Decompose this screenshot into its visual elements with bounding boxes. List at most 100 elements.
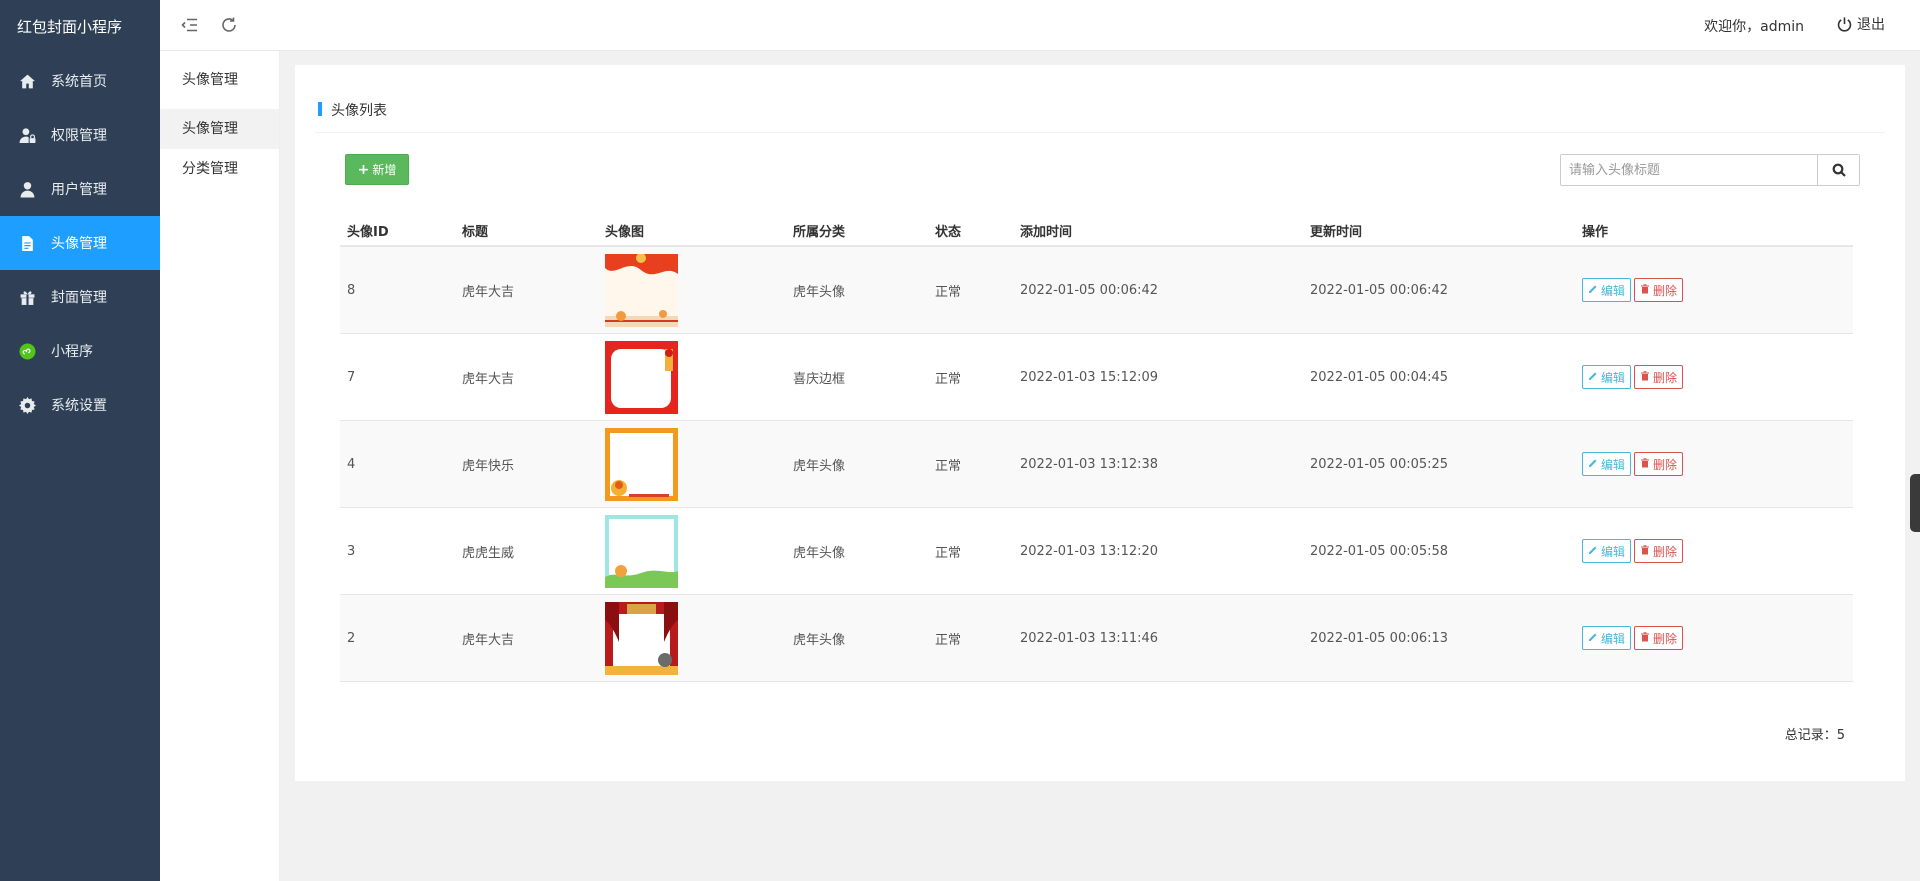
delete-label: 删除 (1653, 370, 1678, 385)
sidebar-item-label: 系统设置 (51, 398, 107, 414)
logout-button[interactable]: 退出 (1836, 14, 1885, 34)
edit-button[interactable]: 编辑 (1582, 278, 1632, 302)
sidebar-item-home[interactable]: 系统首页 (0, 54, 160, 108)
edit-button[interactable]: 编辑 (1582, 626, 1632, 650)
column-header-actions: 操作 (1582, 224, 1609, 240)
trash-icon (1640, 370, 1653, 384)
card-title: 头像列表 (331, 103, 387, 119)
cell-image (598, 601, 786, 675)
submenu-item-category-manage[interactable]: 分类管理 (160, 149, 279, 189)
user-lock-icon (17, 125, 37, 145)
refresh-icon[interactable] (218, 14, 240, 36)
sidebar-item-permissions[interactable]: 权限管理 (0, 108, 160, 162)
cell-title: 虎年大吉 (462, 371, 515, 387)
delete-button[interactable]: 删除 (1634, 365, 1684, 389)
cell-added-time: 2022-01-03 13:12:20 (1020, 543, 1159, 559)
power-icon (1837, 16, 1852, 32)
table-row: 7 虎年大吉 喜庆边框 正常 2022-01-03 15:12:09 2022-01-05… (340, 334, 1853, 421)
avatar-thumbnail[interactable] (605, 253, 678, 327)
cell-image (598, 253, 786, 327)
edit-label: 编辑 (1601, 370, 1626, 385)
cell-added-time: 2022-01-03 13:11:46 (1020, 630, 1159, 646)
logout-label: 退出 (1857, 17, 1885, 33)
column-header-status: 状态 (935, 224, 962, 240)
pencil-icon (1588, 370, 1601, 384)
welcome-text: 欢迎你，admin (1704, 19, 1804, 35)
plus-icon: + (357, 161, 370, 178)
avatar-thumbnail[interactable] (605, 427, 678, 501)
cell-id: 4 (347, 456, 356, 472)
cell-status: 正常 (935, 545, 962, 561)
table-header: 头像ID 标题 头像图 所属分类 状态 添加时间 更新时间 操作 (340, 215, 1853, 247)
app-title: 红包封面小程序 (17, 18, 123, 36)
sidebar-item-mini-program[interactable]: 小程序 (0, 324, 160, 378)
delete-button[interactable]: 删除 (1634, 452, 1684, 476)
cell-status: 正常 (935, 632, 962, 648)
cell-title: 虎虎生威 (462, 545, 515, 561)
cell-actions: 编辑 删除 (1575, 539, 1853, 563)
top-header: 欢迎你，admin 退出 (160, 0, 1920, 51)
sidebar-item-users[interactable]: 用户管理 (0, 162, 160, 216)
sidebar-item-label: 头像管理 (51, 236, 107, 252)
sidebar-item-covers[interactable]: 封面管理 (0, 270, 160, 324)
column-header-id: 头像ID (347, 224, 389, 240)
sidebar-item-avatars[interactable]: 头像管理 (0, 216, 160, 270)
sidebar-item-label: 权限管理 (51, 128, 107, 144)
trash-icon (1640, 283, 1653, 297)
edit-label: 编辑 (1601, 631, 1626, 646)
cell-category: 喜庆边框 (793, 371, 846, 387)
column-header-image: 头像图 (605, 224, 645, 240)
search-button[interactable] (1817, 155, 1859, 185)
title-accent-bar (318, 102, 322, 116)
table-row: 8 虎年大吉 虎年头像 正常 2022-01-05 00:06:42 2022-01-05… (340, 247, 1853, 334)
edit-button[interactable]: 编辑 (1582, 452, 1632, 476)
table-row: 3 虎虎生威 虎年头像 正常 2022-01-03 13:12:20 2022-01-05… (340, 508, 1853, 595)
delete-button[interactable]: 删除 (1634, 626, 1684, 650)
cell-status: 正常 (935, 284, 962, 300)
trash-icon (1640, 631, 1653, 645)
add-button[interactable]: + 新增 (345, 154, 409, 185)
cell-image (598, 427, 786, 501)
avatar-thumbnail[interactable] (605, 340, 678, 414)
submenu-title: 头像管理 (182, 72, 238, 88)
collapse-menu-icon[interactable] (179, 14, 201, 36)
edit-label: 编辑 (1601, 457, 1626, 472)
cell-status: 正常 (935, 371, 962, 387)
cell-category: 虎年头像 (793, 284, 846, 300)
edit-button[interactable]: 编辑 (1582, 365, 1632, 389)
cell-updated-time: 2022-01-05 00:05:25 (1310, 456, 1449, 472)
sidebar-item-label: 系统首页 (51, 74, 107, 90)
table-row: 2 虎年大吉 虎年头像 正常 2022-01-03 13:11:46 2022-01-05… (340, 595, 1853, 682)
cell-actions: 编辑 删除 (1575, 452, 1853, 476)
avatar-list-card: 头像列表 + 新增 头像ID 标题 头像图 所属分类 状态 添加时间 更新时间 … (295, 65, 1905, 781)
cell-updated-time: 2022-01-05 00:06:42 (1310, 282, 1449, 298)
search-bar (1560, 154, 1860, 186)
delete-button[interactable]: 删除 (1634, 278, 1684, 302)
gear-icon (17, 395, 37, 415)
card-header: 头像列表 (315, 65, 1885, 133)
column-header-title: 标题 (462, 224, 489, 240)
cell-image (598, 340, 786, 414)
avatar-thumbnail[interactable] (605, 514, 678, 588)
avatar-thumbnail[interactable] (605, 601, 678, 675)
edit-label: 编辑 (1601, 283, 1626, 298)
table-body: 8 虎年大吉 虎年头像 正常 2022-01-05 00:06:42 2022-01-05… (340, 247, 1853, 682)
cell-image (598, 514, 786, 588)
cell-category: 虎年头像 (793, 458, 846, 474)
sidebar-item-settings[interactable]: 系统设置 (0, 378, 160, 432)
cell-added-time: 2022-01-05 00:06:42 (1020, 282, 1159, 298)
side-drawer-handle[interactable] (1910, 474, 1920, 532)
edit-label: 编辑 (1601, 544, 1626, 559)
cell-added-time: 2022-01-03 13:12:38 (1020, 456, 1159, 472)
submenu-item-avatar-manage[interactable]: 头像管理 (160, 109, 279, 149)
gift-icon (17, 287, 37, 307)
search-input[interactable] (1561, 155, 1817, 185)
pencil-icon (1588, 457, 1601, 471)
delete-label: 删除 (1653, 544, 1678, 559)
cell-updated-time: 2022-01-05 00:05:58 (1310, 543, 1449, 559)
cell-id: 8 (347, 282, 356, 298)
edit-button[interactable]: 编辑 (1582, 539, 1632, 563)
delete-label: 删除 (1653, 457, 1678, 472)
sidebar: 红包封面小程序 系统首页 权限管理 用户管理 头像管理 封面管理 小程序 系统设… (0, 0, 160, 881)
delete-button[interactable]: 删除 (1634, 539, 1684, 563)
